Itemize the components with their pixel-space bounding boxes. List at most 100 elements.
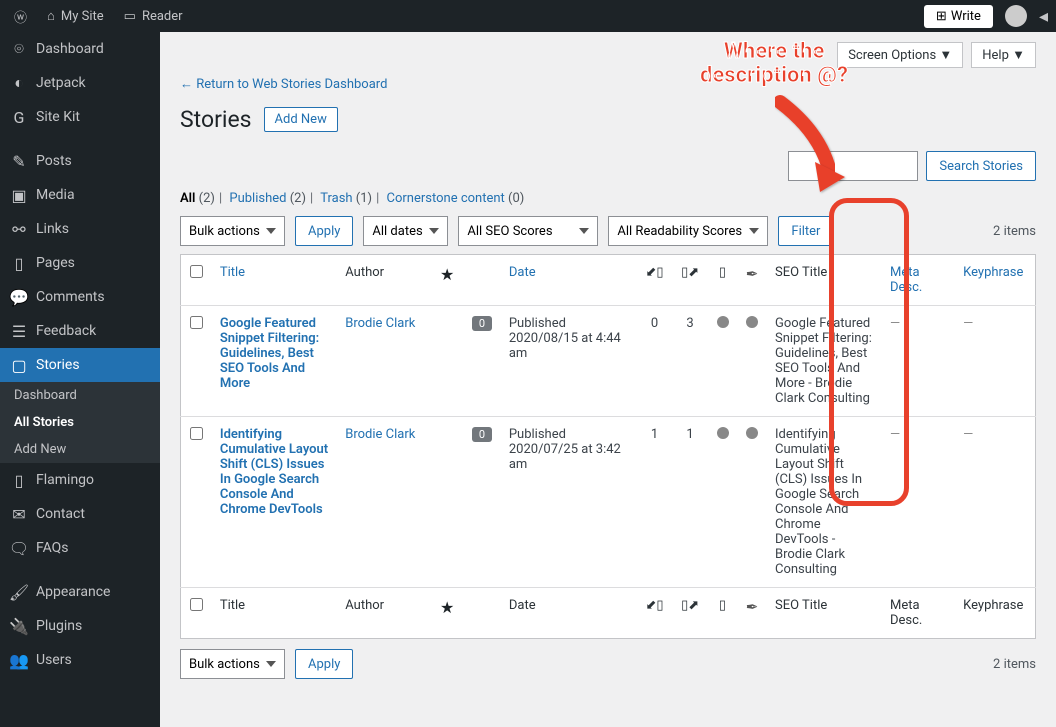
search-button[interactable]: Search Stories	[926, 151, 1036, 181]
comment-icon: 💬	[10, 288, 28, 306]
col-keyphrase[interactable]: Keyphrase	[963, 265, 1023, 280]
seo-title-cell: Identifying Cumulative Layout Shift (CLS…	[767, 417, 882, 588]
col-author: Author	[337, 255, 431, 306]
select-all-footer-checkbox[interactable]	[190, 598, 203, 611]
col-meta-desc[interactable]: Meta Desc.	[890, 265, 922, 295]
submenu-all-stories[interactable]: All Stories	[0, 409, 160, 436]
filter-published[interactable]: Published	[229, 191, 286, 206]
home-icon: ⌂	[47, 8, 55, 24]
row-checkbox[interactable]	[190, 316, 203, 329]
filter-all[interactable]: All	[180, 191, 195, 206]
sidebar-item-feedback[interactable]: ☰Feedback	[0, 314, 160, 348]
sidebar-item-pages[interactable]: ▯ Pages	[0, 246, 160, 280]
sidebar-item-label: Stories	[36, 357, 80, 373]
sidebar-item-appearance[interactable]: 🖌Appearance	[0, 575, 160, 609]
submenu-add-new[interactable]: Add New	[0, 436, 160, 463]
seo-title-cell: Google Featured Snippet Filtering: Guide…	[767, 306, 882, 417]
my-site-link[interactable]: ⌂ My Site	[41, 8, 110, 24]
col-author-footer: Author	[337, 588, 431, 639]
keyphrase-cell: —	[955, 417, 1035, 588]
sidebar-item-sitekit[interactable]: GSite Kit	[0, 100, 160, 134]
write-label: Write	[951, 9, 981, 24]
col-keyphrase-footer[interactable]: Keyphrase	[963, 598, 1023, 613]
write-button[interactable]: ⊞Write	[924, 5, 993, 28]
wordpress-icon: ⓦ	[14, 7, 27, 26]
select-all-checkbox[interactable]	[190, 265, 203, 278]
sidebar-item-links[interactable]: ⚯Links	[0, 212, 160, 246]
all-count: (2)	[199, 191, 215, 206]
wp-logo[interactable]: ⓦ	[8, 7, 33, 26]
published-count: (2)	[290, 191, 306, 206]
sidebar-item-plugins[interactable]: 🔌Plugins	[0, 609, 160, 643]
row-author-link[interactable]: Brodie Clark	[345, 427, 415, 442]
screen-options-button[interactable]: Screen Options ▼	[837, 42, 963, 68]
apply-button[interactable]: Apply	[295, 216, 353, 246]
col-date[interactable]: Date	[509, 265, 536, 280]
items-count-bottom: 2 items	[993, 657, 1036, 672]
dates-select[interactable]: All dates	[363, 216, 448, 246]
add-new-button[interactable]: Add New	[264, 107, 338, 132]
date-status: Published	[509, 427, 566, 442]
sidebar-item-stories[interactable]: ▢Stories	[0, 348, 160, 382]
link-icon: ⚯	[10, 220, 28, 238]
avatar[interactable]	[1005, 5, 1027, 27]
main-content: Screen Options ▼ Help ▼ ← Return to Web …	[160, 32, 1056, 727]
flamingo-icon: ▯	[10, 471, 28, 489]
reader-link[interactable]: ▭Reader	[118, 9, 189, 24]
sidebar-item-label: Pages	[36, 255, 75, 271]
row-title-link[interactable]: Google Featured Snippet Filtering: Guide…	[220, 316, 319, 391]
incoming-links-icon: ⬋▯	[645, 598, 663, 613]
col-date-footer[interactable]: Date	[509, 598, 536, 613]
row-author-link[interactable]: Brodie Clark	[345, 316, 415, 331]
users-icon: 👥	[10, 651, 28, 669]
sidebar-item-label: Comments	[36, 289, 105, 305]
sidebar-item-label: Site Kit	[36, 109, 80, 125]
notifications-icon[interactable]: ◂	[1039, 6, 1048, 27]
sidebar-item-posts[interactable]: ✎ Posts	[0, 144, 160, 178]
incoming-links-icon: ⬋▯	[645, 265, 663, 280]
reader-label: Reader	[142, 9, 183, 24]
search-input[interactable]	[788, 151, 918, 181]
submenu-dashboard[interactable]: Dashboard	[0, 382, 160, 409]
help-button[interactable]: Help ▼	[971, 42, 1036, 68]
col-title[interactable]: Title	[220, 265, 245, 280]
sidebar-item-comments[interactable]: 💬 Comments	[0, 280, 160, 314]
star-icon: ★	[440, 598, 454, 617]
date-time: 2020/07/25 at 3:42 am	[509, 442, 621, 472]
row-title-link[interactable]: Identifying Cumulative Layout Shift (CLS…	[220, 427, 328, 517]
sidebar-item-dashboard[interactable]: ⌾Dashboard	[0, 32, 160, 66]
sidebar-item-contact[interactable]: ✉Contact	[0, 497, 160, 531]
sidebar-item-label: Users	[36, 652, 72, 668]
my-site-label: My Site	[61, 9, 104, 24]
sidebar-item-jetpack[interactable]: ◐Jetpack	[0, 66, 160, 100]
bulk-actions-select[interactable]: Bulk actions	[180, 216, 285, 246]
sidebar-item-media[interactable]: ▣Media	[0, 178, 160, 212]
col-seo-title: SEO Title	[767, 255, 882, 306]
screen-options-label: Screen Options	[848, 48, 936, 63]
filter-button[interactable]: Filter	[778, 216, 833, 246]
filter-trash[interactable]: Trash	[320, 191, 352, 206]
table-row: Identifying Cumulative Layout Shift (CLS…	[181, 417, 1036, 588]
return-link[interactable]: ← Return to Web Stories Dashboard	[180, 77, 387, 92]
filter-cornerstone[interactable]: Cornerstone content	[387, 191, 505, 206]
seo-scores-select[interactable]: All SEO Scores	[458, 216, 598, 246]
plugin-icon: 🔌	[10, 617, 28, 635]
cornerstone-count: (0)	[508, 191, 524, 206]
row-checkbox[interactable]	[190, 427, 203, 440]
sidebar-item-faqs[interactable]: 🗨FAQs	[0, 531, 160, 565]
col-title-footer[interactable]: Title	[220, 598, 245, 613]
page-icon: ▯	[10, 254, 28, 272]
incoming-count: 1	[637, 417, 673, 588]
sidebar-item-users[interactable]: 👥 Users	[0, 643, 160, 677]
bulk-actions-select-bottom[interactable]: Bulk actions	[180, 649, 285, 679]
jetpack-icon: ◐	[10, 74, 28, 92]
apply-button-bottom[interactable]: Apply	[295, 649, 353, 679]
sidebar-item-flamingo[interactable]: ▯Flamingo	[0, 463, 160, 497]
sidebar-item-label: Posts	[36, 153, 72, 169]
col-meta-desc-footer[interactable]: Meta Desc.	[890, 598, 922, 628]
pin-icon: ✎	[10, 152, 28, 170]
sidebar-item-label: Media	[36, 187, 75, 203]
meta-desc-cell: —	[882, 417, 955, 588]
star-icon: ★	[440, 265, 454, 284]
readability-select[interactable]: All Readability Scores	[608, 216, 768, 246]
